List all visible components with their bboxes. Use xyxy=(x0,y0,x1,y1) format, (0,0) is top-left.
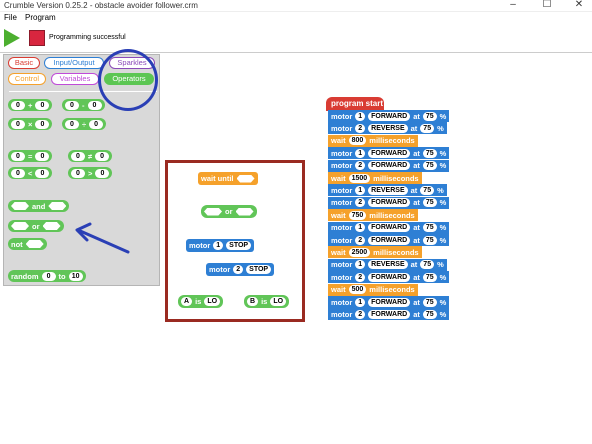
motor-block[interactable]: motor 1 REVERSE at 75% xyxy=(328,184,447,197)
menu-file[interactable]: File xyxy=(4,12,17,23)
motor2-stop-block[interactable]: motor 2 STOP xyxy=(206,263,275,276)
not-equals-block[interactable]: 0 ≠ 0 xyxy=(68,150,113,162)
a-is-block[interactable]: Ais LO xyxy=(178,295,224,308)
or-block-placed[interactable]: or xyxy=(201,205,257,218)
motor1-stop-block[interactable]: motor 1 STOP xyxy=(186,239,255,252)
motor-block[interactable]: motor 1 FORWARD at 75% xyxy=(328,221,450,234)
motor-block[interactable]: motor 1 REVERSE at 75% xyxy=(328,258,447,271)
category-control[interactable]: Control xyxy=(8,73,46,85)
multiply-block[interactable]: 0 × 0 xyxy=(8,118,53,130)
minimize-button[interactable]: – xyxy=(502,0,524,12)
less-than-block[interactable]: 0 <0 xyxy=(8,167,53,179)
title-bar: Crumble Version 0.25.2 - obstacle avoide… xyxy=(0,0,592,12)
stop-icon[interactable] xyxy=(29,30,45,46)
and-block[interactable]: and xyxy=(8,200,70,212)
not-block[interactable]: not xyxy=(8,238,47,250)
wait-block[interactable]: wait 800 milliseconds xyxy=(328,134,418,147)
equals-block[interactable]: 0 = 0 xyxy=(8,150,53,162)
motor-block[interactable]: motor 1 FORWARD at 75% xyxy=(328,147,450,160)
wait-block[interactable]: wait 750 milliseconds xyxy=(328,209,418,222)
motor-block[interactable]: motor 2 FORWARD at 75% xyxy=(328,271,450,284)
maximize-button[interactable]: ☐ xyxy=(536,0,558,12)
b-is-block[interactable]: Bis LO xyxy=(244,295,290,308)
highlight-circle xyxy=(98,49,158,111)
or-block[interactable]: or xyxy=(8,220,64,232)
toolbar: Programming successful xyxy=(0,24,592,52)
motor-block[interactable]: motor 1 FORWARD at 75% xyxy=(328,110,450,122)
menu-program[interactable]: Program xyxy=(25,12,56,23)
highlighted-blocks-box: wait until or motor 1 STOP motor 2 STOP Ais L… xyxy=(165,160,305,322)
menu-bar: File Program xyxy=(0,12,592,23)
subtract-block[interactable]: 0-0 xyxy=(62,99,105,111)
category-input-output[interactable]: Input/Output xyxy=(44,57,104,69)
motor-block[interactable]: motor 1 FORWARD at 75% xyxy=(328,296,450,308)
category-basic[interactable]: Basic xyxy=(8,57,40,69)
play-icon[interactable] xyxy=(4,29,20,47)
pointer-arrow-icon xyxy=(75,222,130,254)
status-text: Programming successful xyxy=(49,34,126,41)
category-variables[interactable]: Variables xyxy=(51,73,99,85)
motor-block[interactable]: motor 2 FORWARD at 75% xyxy=(328,159,450,172)
add-block[interactable]: 0 +0 xyxy=(8,99,53,111)
close-button[interactable]: ✕ xyxy=(568,0,590,12)
divide-block[interactable]: 0 ÷ 0 xyxy=(62,118,107,130)
motor-block[interactable]: motor 2 FORWARD at 75% xyxy=(328,234,450,246)
program-start-block[interactable]: program start xyxy=(326,97,384,111)
wait-until-block[interactable]: wait until xyxy=(198,172,258,185)
random-block[interactable]: random 0 to 10 xyxy=(8,270,86,282)
motor-block[interactable]: motor 2 REVERSE at 75% xyxy=(328,122,447,135)
window-title: Crumble Version 0.25.2 - obstacle avoide… xyxy=(4,1,198,10)
toolbar-divider xyxy=(0,52,592,53)
wait-block[interactable]: wait 1500 milliseconds xyxy=(328,172,422,184)
wait-block[interactable]: wait 500 milliseconds xyxy=(328,283,418,296)
greater-than-block[interactable]: 0 >0 xyxy=(68,167,113,179)
motor-block[interactable]: motor 2 FORWARD at 75% xyxy=(328,308,450,321)
motor-block[interactable]: motor 2 FORWARD at 75% xyxy=(328,196,450,209)
wait-block[interactable]: wait 2500 milliseconds xyxy=(328,246,422,259)
